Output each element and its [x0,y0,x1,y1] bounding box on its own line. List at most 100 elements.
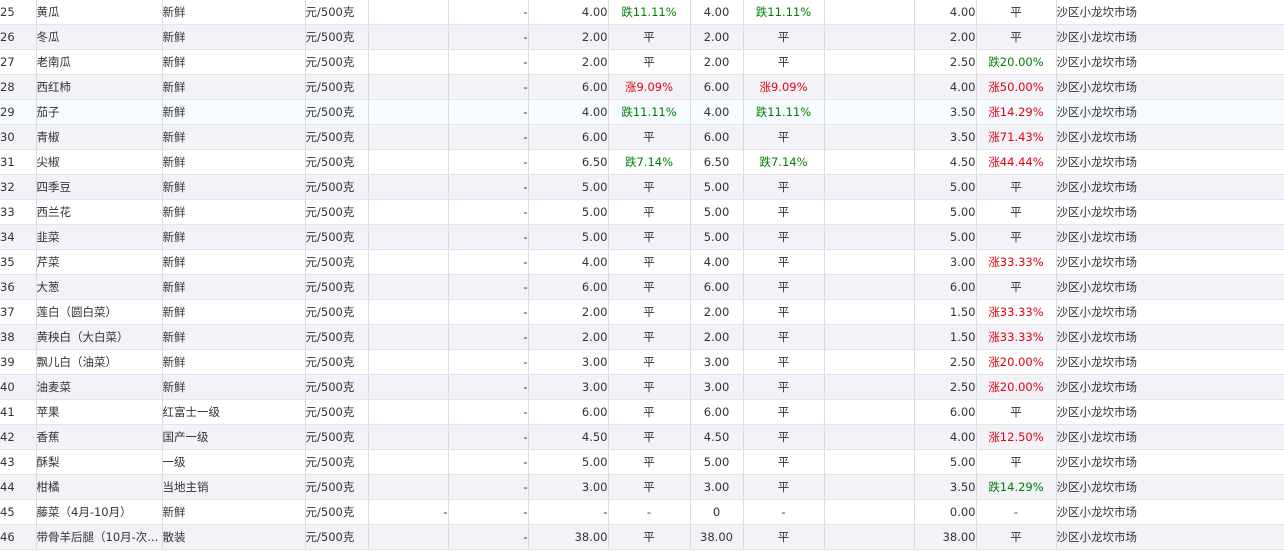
price-a: 5.00 [528,224,609,250]
change-b: 平 [743,224,825,250]
change-a: 平 [608,249,691,275]
change-c: 涨50.00% [976,74,1057,100]
price-unit: 元/500克 [305,149,369,175]
price-a: - [528,499,609,525]
row-number: 42 [0,424,37,450]
extra-cell [824,174,915,200]
change-a: 平 [608,24,691,50]
price-a: 3.00 [528,349,609,375]
price-a: 6.00 [528,124,609,150]
price-b: 5.00 [690,174,744,200]
extra-cell [368,274,449,300]
price-c: 3.00 [914,249,977,275]
price-c: 2.50 [914,349,977,375]
product-name: 尖椒 [36,149,163,175]
product-name: 大葱 [36,274,163,300]
price-a: 6.00 [528,399,609,425]
table-row: 45 藤菜（4月-10月） 新鲜 元/500克 - - - -0-0.00- 沙区小龙坎市场 [0,499,1284,525]
product-spec: 新鲜 [162,49,306,75]
extra-cell [368,324,449,350]
change-c: 涨33.33% [976,299,1057,325]
change-c: 涨33.33% [976,324,1057,350]
price-c: 4.00 [914,0,977,25]
extra-cell: - [448,149,529,175]
table-row: 30 青椒 新鲜 元/500克 -6.00 平 6.00 平 3.50 涨71.43% 沙区小龙坎市… [0,124,1284,150]
extra-cell [824,524,915,550]
row-number: 27 [0,49,37,75]
product-name: 茄子 [36,99,163,125]
extra-cell [368,99,449,125]
row-number: 26 [0,24,37,50]
market-name: 沙区小龙坎市场 [1056,524,1284,550]
product-name: 芹菜 [36,249,163,275]
extra-cell [368,24,449,50]
change-b: 跌11.11% [743,0,825,25]
price-a: 3.00 [528,374,609,400]
extra-cell: - [448,399,529,425]
price-a: 4.00 [528,0,609,25]
table-row: 39 飘儿白（油菜） 新鲜 元/500克 -3.00 平 3.00 平 2.50 涨20.00% 沙… [0,349,1284,375]
extra-cell [368,449,449,475]
extra-cell [368,524,449,550]
price-unit: 元/500克 [305,299,369,325]
extra-cell: - [448,349,529,375]
change-b: 平 [743,524,825,550]
market-name: 沙区小龙坎市场 [1056,349,1284,375]
price-c: 3.50 [914,124,977,150]
product-spec: 新鲜 [162,224,306,250]
product-name: 青椒 [36,124,163,150]
change-c: 跌20.00% [976,49,1057,75]
table-row: 36 大葱 新鲜 元/500克 -6.00 平 6.00 平 6.00 平沙区小龙坎市场 [0,274,1284,300]
extra-cell [368,249,449,275]
product-name: 苹果 [36,399,163,425]
product-spec: 新鲜 [162,374,306,400]
change-a: 平 [608,124,691,150]
price-b: 4.00 [690,249,744,275]
price-b: 5.00 [690,449,744,475]
product-spec: 新鲜 [162,0,306,25]
extra-cell [824,199,915,225]
price-unit: 元/500克 [305,0,369,25]
extra-cell [368,124,449,150]
extra-cell [368,49,449,75]
table-row: 43 酥梨 一级 元/500克 -5.00 平 5.00 平 5.00 平沙区小龙坎市场 [0,449,1284,475]
price-unit: 元/500克 [305,499,369,525]
row-number: 33 [0,199,37,225]
change-b: 平 [743,274,825,300]
change-b: 平 [743,324,825,350]
product-name: 酥梨 [36,449,163,475]
price-b: 2.00 [690,24,744,50]
change-a: 平 [608,224,691,250]
change-c: 平 [976,174,1057,200]
product-name: 飘儿白（油菜） [36,349,163,375]
product-name: 油麦菜 [36,374,163,400]
product-spec: 当地主销 [162,474,306,500]
table-row: 27 老南瓜 新鲜 元/500克 -2.00 平 2.00 平 2.50 跌20.00% 沙区小龙坎… [0,49,1284,75]
price-unit: 元/500克 [305,349,369,375]
change-b: 平 [743,299,825,325]
extra-cell [824,0,915,25]
product-spec: 新鲜 [162,124,306,150]
row-number: 38 [0,324,37,350]
price-a: 4.00 [528,99,609,125]
price-c: 2.50 [914,49,977,75]
extra-cell [824,324,915,350]
extra-cell: - [448,224,529,250]
change-a: 平 [608,299,691,325]
market-name: 沙区小龙坎市场 [1056,374,1284,400]
extra-cell: - [448,74,529,100]
price-b: 0 [690,499,744,525]
row-number: 40 [0,374,37,400]
table-row: 31 尖椒 新鲜 元/500克 -6.50 跌7.14% 6.50 跌7.14% 4.50 涨44… [0,149,1284,175]
table-row: 44 柑橘 当地主销 元/500克 -3.00 平 3.00 平 3.50 跌14.29% 沙区小龙… [0,474,1284,500]
change-a: 跌11.11% [608,99,691,125]
change-b: 涨9.09% [743,74,825,100]
extra-cell [368,199,449,225]
change-a: 涨9.09% [608,74,691,100]
change-c: 平 [976,399,1057,425]
price-a: 6.00 [528,74,609,100]
market-name: 沙区小龙坎市场 [1056,249,1284,275]
extra-cell: - [448,24,529,50]
price-unit: 元/500克 [305,24,369,50]
change-b: 平 [743,199,825,225]
